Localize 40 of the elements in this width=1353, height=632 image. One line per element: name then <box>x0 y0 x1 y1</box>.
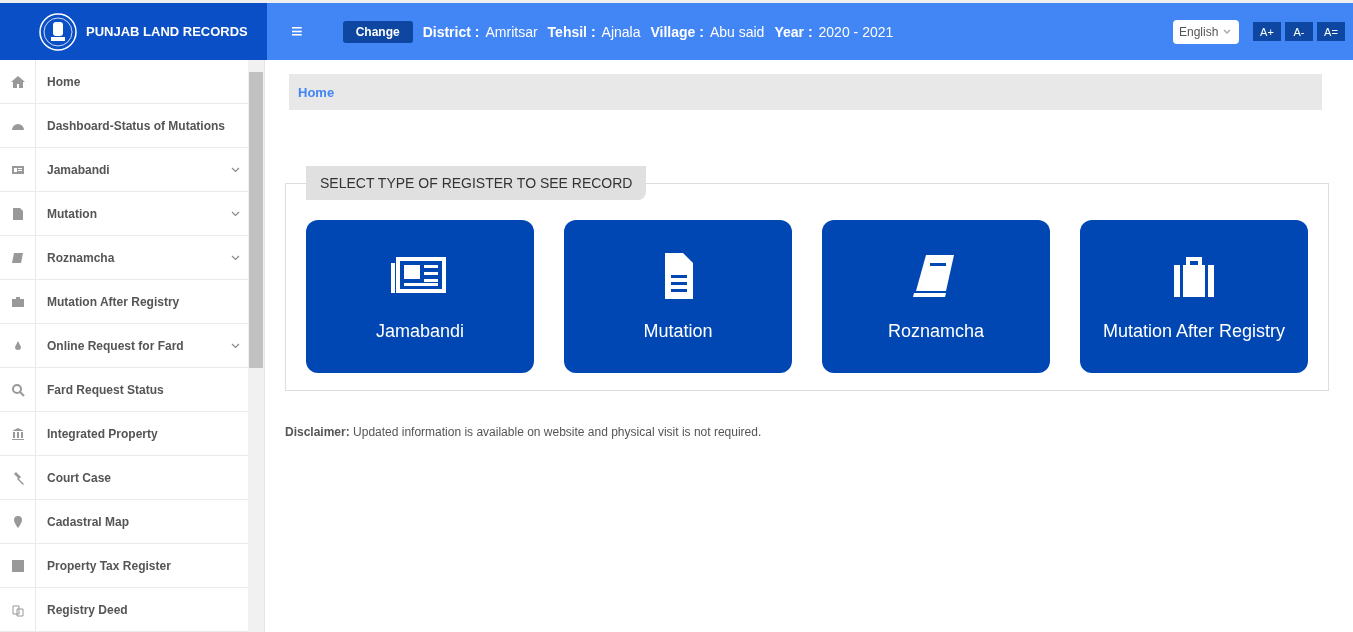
search-icon <box>10 382 25 397</box>
field-label: Village : <box>650 23 704 40</box>
menu-icon[interactable]: ≡ <box>291 20 303 43</box>
scrollbar[interactable] <box>248 60 264 632</box>
bank-icon <box>10 426 25 441</box>
register-tile[interactable]: Roznamcha <box>822 220 1050 373</box>
register-tile[interactable]: Mutation After Registry <box>1080 220 1308 373</box>
chevron-down-icon <box>1223 28 1231 35</box>
font-size-button[interactable]: A+ <box>1253 22 1281 41</box>
copy-icon <box>10 602 25 617</box>
font-size-button[interactable]: A= <box>1317 22 1345 41</box>
field-label: District : <box>422 23 480 40</box>
chevron-down-icon <box>231 254 240 261</box>
chevron-down-icon <box>231 342 240 349</box>
site-title: PUNJAB LAND RECORDS <box>86 24 248 39</box>
briefcase-icon <box>10 294 25 309</box>
field-label: Tehsil : <box>547 23 596 40</box>
field-value: Abu said <box>709 23 765 40</box>
change-button[interactable]: Change <box>342 20 413 43</box>
register-tile[interactable]: Jamabandi <box>306 220 534 373</box>
font-size-button[interactable]: A- <box>1285 22 1313 41</box>
register-tile[interactable]: Mutation <box>564 220 792 373</box>
chevron-down-icon <box>231 166 240 173</box>
panel-legend: SELECT TYPE OF REGISTER TO SEE RECORD <box>306 166 647 200</box>
document-icon <box>10 206 25 221</box>
field-value: Amritsar <box>485 23 538 40</box>
field-label: Year : <box>774 23 813 40</box>
home-icon <box>10 74 25 89</box>
language-select[interactable]: English <box>1173 19 1239 44</box>
chevron-down-icon <box>231 210 240 217</box>
disclaimer-text: Disclaimer: Updated information is available on website and physical visit is not required. <box>285 425 763 439</box>
sidebar-item[interactable]: Property Tax Register <box>0 544 248 588</box>
field-value: Ajnala <box>601 23 641 40</box>
book-icon <box>10 250 25 265</box>
sidebar-item[interactable]: Registry Deed <box>0 588 248 632</box>
field-value: 2020 - 2021 <box>818 23 894 40</box>
emblem-icon <box>38 11 78 52</box>
sidebar-item[interactable]: Mutation After Registry <box>0 280 248 324</box>
sidebar-item[interactable]: Mutation <box>0 192 248 236</box>
sidebar-item[interactable]: Home <box>0 60 248 104</box>
